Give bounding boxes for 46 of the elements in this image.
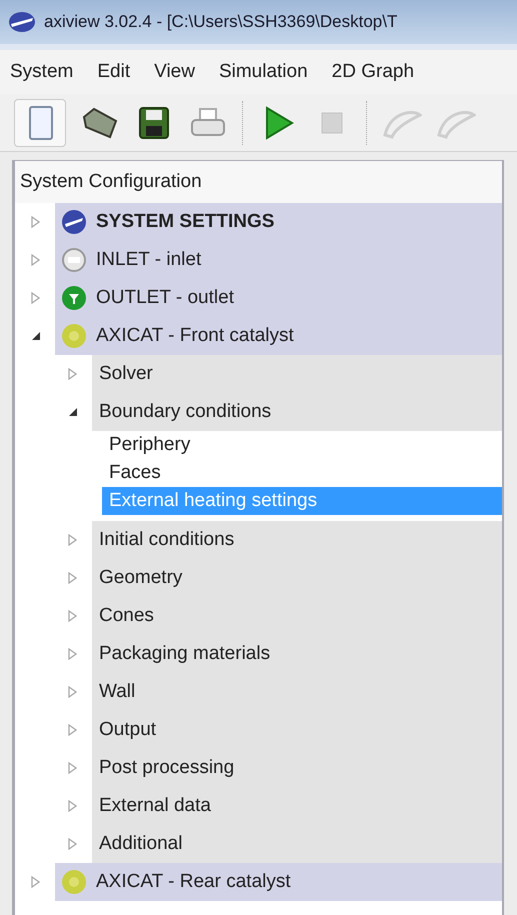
tree-item[interactable]: Cones	[92, 597, 502, 635]
panel-title: System Configuration	[15, 161, 502, 203]
expand-arrow-icon[interactable]	[68, 686, 77, 698]
expand-arrow-icon[interactable]	[31, 254, 40, 266]
tree-item[interactable]: OUTLET - outlet	[55, 279, 502, 317]
tree-item[interactable]: Boundary conditions	[92, 393, 502, 431]
node-icon	[61, 247, 87, 273]
expand-arrow-icon[interactable]	[68, 762, 77, 774]
tree-item[interactable]: Output	[92, 711, 502, 749]
tree-item[interactable]: AXICAT - Front catalyst	[55, 317, 502, 355]
menu-item[interactable]: Edit	[97, 58, 130, 86]
tree-item[interactable]: Geometry	[92, 559, 502, 597]
collapse-arrow-icon[interactable]	[68, 407, 78, 417]
expand-arrow-icon[interactable]	[68, 534, 77, 546]
node-icon	[61, 209, 87, 235]
tree-item[interactable]: Post processing	[92, 749, 502, 787]
menu-item[interactable]: Simulation	[218, 58, 308, 86]
tree-item[interactable]: Solver	[92, 355, 502, 393]
expand-arrow-icon[interactable]	[68, 368, 77, 380]
expand-arrow-icon[interactable]	[68, 838, 77, 850]
node-icon	[61, 323, 87, 349]
node-icon	[61, 285, 87, 311]
expand-arrow-icon[interactable]	[68, 648, 77, 660]
menu-item[interactable]: System	[10, 58, 74, 86]
tree-item[interactable]: AXICAT - Rear catalyst	[55, 863, 502, 901]
tree-item[interactable]: Initial conditions	[92, 521, 502, 559]
collapse-arrow-icon[interactable]	[31, 331, 41, 341]
tree-item[interactable]: Wall	[92, 673, 502, 711]
tree-item[interactable]: Packaging materials	[92, 635, 502, 673]
tree-item[interactable]: External data	[92, 787, 502, 825]
expand-arrow-icon[interactable]	[68, 724, 77, 736]
window-title: axiview 3.02.4 - [C:\Users\SSH3369\Desktop\T	[44, 11, 398, 34]
expand-arrow-icon[interactable]	[68, 800, 77, 812]
expand-arrow-icon[interactable]	[68, 610, 77, 622]
expand-arrow-icon[interactable]	[31, 216, 40, 228]
menu-item[interactable]: 2D Graph	[332, 58, 414, 86]
expand-arrow-icon[interactable]	[31, 876, 40, 888]
expand-arrow-icon[interactable]	[68, 572, 77, 584]
tree-item[interactable]: INLET - inlet	[55, 241, 502, 279]
app-logo-icon	[8, 10, 36, 34]
new-file-icon[interactable]	[14, 98, 66, 146]
expand-arrow-icon[interactable]	[31, 292, 40, 304]
node-icon	[61, 869, 87, 895]
tree-item[interactable]: SYSTEM SETTINGS	[55, 203, 502, 241]
menu-item[interactable]: View	[154, 58, 195, 86]
tree-item[interactable]: Additional	[92, 825, 502, 863]
